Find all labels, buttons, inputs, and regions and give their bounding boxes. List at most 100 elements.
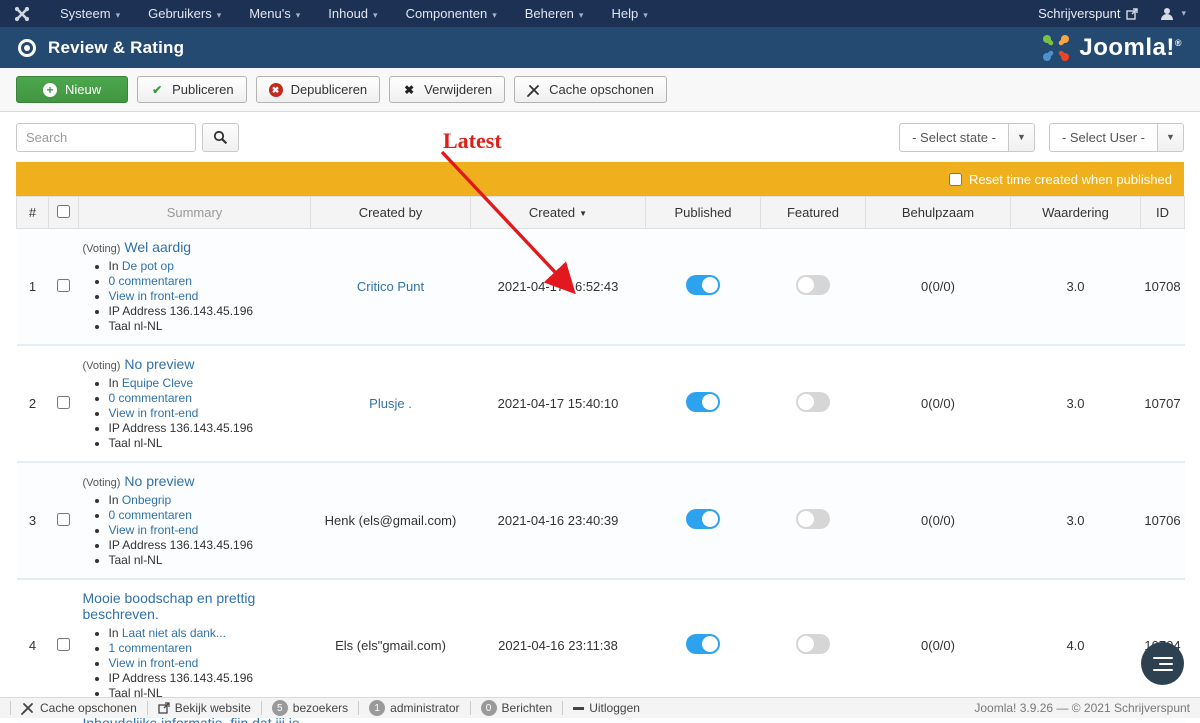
row-number: 4 xyxy=(17,579,49,712)
row-checkbox[interactable] xyxy=(57,396,70,409)
search-icon xyxy=(213,130,228,145)
row-checkbox[interactable] xyxy=(57,513,70,526)
cache-opschonen-button[interactable]: Cache opschonen xyxy=(514,76,667,103)
toolbar-button-label: Nieuw xyxy=(65,82,101,97)
chevron-down-icon: ▾ xyxy=(579,10,584,20)
published-toggle[interactable] xyxy=(686,275,720,295)
toggle-knob xyxy=(798,394,814,410)
toolbar-button-label: Verwijderen xyxy=(424,82,492,97)
detail-link[interactable]: Onbegrip xyxy=(122,493,171,507)
column-header-id[interactable]: ID xyxy=(1141,197,1185,229)
row-checkbox-cell xyxy=(49,462,79,579)
publiceren-button[interactable]: ✔Publiceren xyxy=(137,76,246,103)
menu-item-label: Componenten xyxy=(406,6,488,21)
detail-link[interactable]: 0 commentaren xyxy=(109,274,192,288)
search-input[interactable] xyxy=(16,123,196,152)
menu-fab-button[interactable] xyxy=(1141,642,1184,685)
featured-toggle[interactable] xyxy=(796,634,830,654)
status-item-administrator[interactable]: 1administrator xyxy=(358,701,469,715)
menu-item-menus[interactable]: Menu's▾ xyxy=(237,2,312,25)
column-header-published[interactable]: Published xyxy=(646,197,761,229)
menu-item-inhoud[interactable]: Inhoud▾ xyxy=(316,2,389,25)
user-menu[interactable]: ▾ xyxy=(1160,7,1186,21)
created-date: 2021-04-17 16:52:43 xyxy=(471,229,646,346)
column-header-featured[interactable]: Featured xyxy=(761,197,866,229)
depubliceren-button[interactable]: ✖Depubliceren xyxy=(256,76,381,103)
detail-link[interactable]: View in front-end xyxy=(109,289,199,303)
joomla-brand: Joomla!® xyxy=(1041,33,1182,63)
detail-link[interactable]: 0 commentaren xyxy=(109,391,192,405)
featured-toggle[interactable] xyxy=(796,275,830,295)
select-all-checkbox[interactable] xyxy=(57,205,70,218)
select-state-dropdown[interactable]: - Select state - ▼ xyxy=(899,123,1035,152)
detail-link[interactable]: View in front-end xyxy=(109,406,199,420)
list-item: View in front-end xyxy=(109,656,309,671)
detail-link[interactable]: Laat niet als dank... xyxy=(122,626,226,640)
status-item-bekijkwebsite[interactable]: Bekijk website xyxy=(147,701,261,715)
summary-link[interactable]: Wel aardig xyxy=(124,239,191,255)
list-item: IP Address 136.143.45.196 xyxy=(109,421,309,436)
row-checkbox[interactable] xyxy=(57,638,70,651)
status-item-cacheopschonen[interactable]: Cache opschonen xyxy=(10,701,147,715)
plus-circle-icon: + xyxy=(43,83,57,97)
column-header-waardering[interactable]: Waardering xyxy=(1011,197,1141,229)
column-header-createdby[interactable]: Created by xyxy=(311,197,471,229)
reset-time-notice: Reset time created when published xyxy=(16,162,1184,196)
summary-line: (Voting)Wel aardig xyxy=(83,239,309,255)
menu-item-help[interactable]: Help▾ xyxy=(599,2,659,25)
summary-link[interactable]: Mooie boodschap en prettig beschreven. xyxy=(83,590,256,622)
created-by-link[interactable]: Critico Punt xyxy=(357,279,424,294)
featured-toggle[interactable] xyxy=(796,392,830,412)
menu-item-componenten[interactable]: Componenten▾ xyxy=(394,2,509,25)
site-link-label: Schrijverspunt xyxy=(1038,6,1120,21)
component-header: Review & Rating Joomla!® xyxy=(0,27,1200,68)
menu-item-gebruikers[interactable]: Gebruikers▾ xyxy=(136,2,233,25)
detail-link[interactable]: View in front-end xyxy=(109,656,199,670)
column-header-#[interactable]: # xyxy=(17,197,49,229)
filter-bar: - Select state - ▼ - Select User - ▼ xyxy=(0,112,1200,162)
column-header-created[interactable]: Created▼ xyxy=(471,197,646,229)
detail-link[interactable]: 1 commentaren xyxy=(109,641,192,655)
reset-time-label: Reset time created when published xyxy=(969,172,1172,187)
reviews-table: # SummaryCreated byCreated▼PublishedFeatu… xyxy=(16,196,1185,723)
joomla-glyph-icon[interactable] xyxy=(14,6,30,22)
select-user-dropdown[interactable]: - Select User - ▼ xyxy=(1049,123,1184,152)
count-badge: 0 xyxy=(481,700,497,716)
circle-x-icon: ✖ xyxy=(269,83,283,97)
featured-toggle[interactable] xyxy=(796,509,830,529)
status-item-berichten[interactable]: 0Berichten xyxy=(470,701,563,715)
verwijderen-button[interactable]: ✖Verwijderen xyxy=(389,76,505,103)
detail-link[interactable]: Equipe Cleve xyxy=(122,376,193,390)
column-header-checkbox[interactable] xyxy=(49,197,79,229)
toggle-knob xyxy=(702,511,718,527)
list-item: IP Address 136.143.45.196 xyxy=(109,304,309,319)
featured-cell xyxy=(761,462,866,579)
chevron-down-icon: ▼ xyxy=(1008,124,1034,151)
menu-item-beheren[interactable]: Beheren▾ xyxy=(513,2,596,25)
reset-time-checkbox[interactable] xyxy=(949,173,962,186)
list-item: 0 commentaren xyxy=(109,508,309,523)
detail-link[interactable]: De pot op xyxy=(122,259,174,273)
published-toggle[interactable] xyxy=(686,392,720,412)
summary-line: (Voting)No preview xyxy=(83,473,309,489)
published-toggle[interactable] xyxy=(686,509,720,529)
summary-link[interactable]: No preview xyxy=(124,473,194,489)
row-number: 1 xyxy=(17,229,49,346)
status-item-uitloggen[interactable]: Uitloggen xyxy=(562,701,650,715)
column-header-behulpzaam[interactable]: Behulpzaam xyxy=(866,197,1011,229)
view-site-link[interactable]: Schrijverspunt xyxy=(1038,6,1138,21)
column-header-summary[interactable]: Summary xyxy=(79,197,311,229)
status-item-label: administrator xyxy=(390,701,459,715)
published-toggle[interactable] xyxy=(686,634,720,654)
search-button[interactable] xyxy=(202,123,239,152)
created-by-link[interactable]: Plusje . xyxy=(369,396,412,411)
voting-label: (Voting) xyxy=(83,477,121,489)
list-item: 0 commentaren xyxy=(109,274,309,289)
row-checkbox[interactable] xyxy=(57,279,70,292)
detail-link[interactable]: View in front-end xyxy=(109,523,199,537)
menu-item-systeem[interactable]: Systeem▾ xyxy=(48,2,132,25)
detail-link[interactable]: 0 commentaren xyxy=(109,508,192,522)
status-item-bezoekers[interactable]: 5bezoekers xyxy=(261,701,358,715)
summary-link[interactable]: No preview xyxy=(124,356,194,372)
nieuw-button[interactable]: + Nieuw xyxy=(16,76,128,103)
